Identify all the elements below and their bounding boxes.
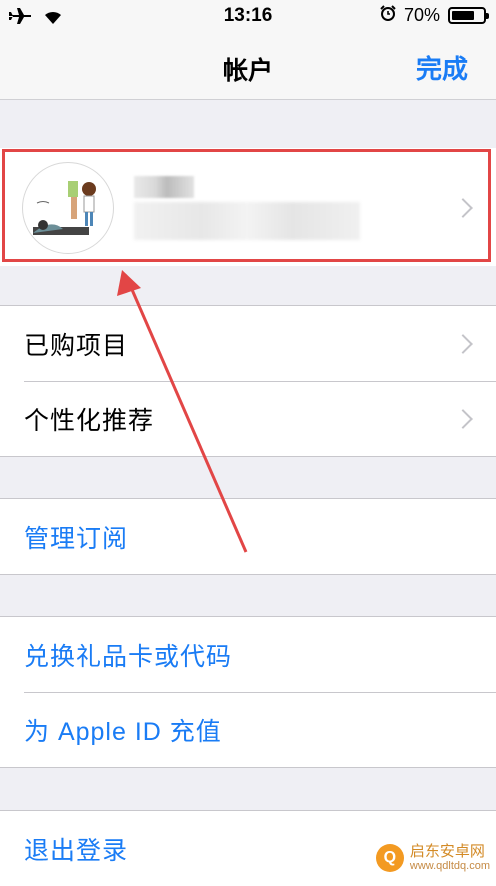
manage-subscriptions-row[interactable]: 管理订阅: [0, 499, 496, 574]
purchases-group: 已购项目 个性化推荐: [0, 305, 496, 457]
add-funds-label: 为 Apple ID 充值: [24, 717, 222, 746]
purchased-items-row[interactable]: 已购项目: [0, 306, 496, 381]
manage-subscriptions-label: 管理订阅: [24, 524, 129, 553]
sign-out-label: 退出登录: [24, 836, 129, 865]
watermark-url: www.qdltdq.com: [409, 860, 490, 872]
chevron-right-icon: [453, 408, 473, 429]
navigation-bar: 帐户 完成: [0, 34, 496, 100]
gift-card-group: 兑换礼品卡或代码 为 Apple ID 充值: [0, 616, 496, 768]
personalized-recommendations-label: 个性化推荐: [24, 406, 155, 435]
add-funds-row[interactable]: 为 Apple ID 充值: [0, 692, 496, 767]
watermark-logo-icon: Q: [375, 843, 404, 872]
personalized-recommendations-row[interactable]: 个性化推荐: [0, 381, 496, 456]
subscriptions-group: 管理订阅: [0, 498, 496, 575]
purchased-items-label: 已购项目: [24, 331, 129, 360]
done-button[interactable]: 完成: [416, 49, 468, 86]
alarm-icon: [380, 5, 396, 26]
watermark: Q 启东安卓网 www.qdltdq.com: [375, 842, 490, 872]
chevron-right-icon: [453, 333, 473, 354]
highlight-box: [2, 149, 491, 262]
watermark-brand: 启东安卓网: [409, 842, 485, 860]
status-bar: 13:16 70%: [0, 0, 496, 34]
redeem-gift-card-row[interactable]: 兑换礼品卡或代码: [0, 617, 496, 692]
battery-icon: [448, 7, 489, 24]
redeem-gift-card-label: 兑换礼品卡或代码: [24, 642, 233, 671]
battery-percent: 70%: [403, 5, 440, 25]
